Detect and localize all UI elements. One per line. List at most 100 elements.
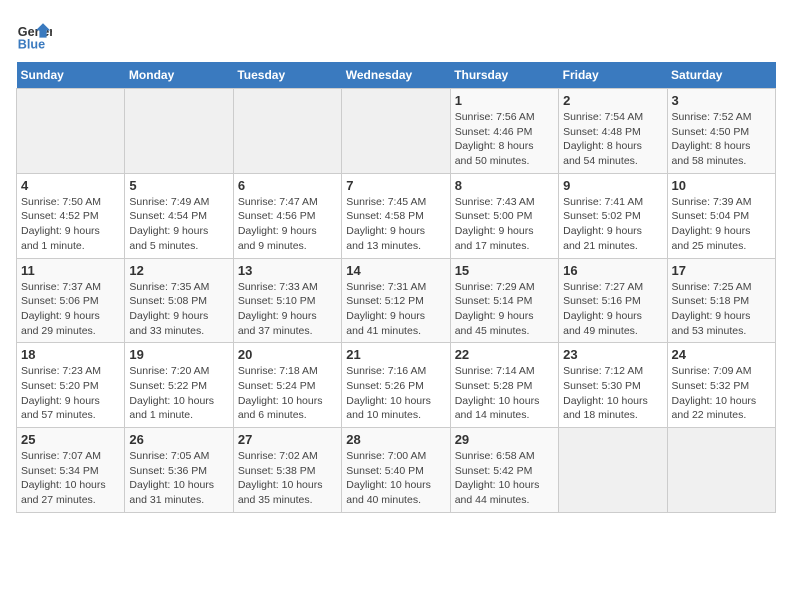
calendar-week-row: 4 Sunrise: 7:50 AM Sunset: 4:52 PM Daylig…: [17, 173, 776, 258]
logo-icon: General Blue: [16, 16, 52, 52]
day-info: Sunrise: 7:54 AM Sunset: 4:48 PM Dayligh…: [563, 110, 662, 169]
day-number: 6: [238, 178, 337, 193]
calendar-cell: 17 Sunrise: 7:25 AM Sunset: 5:18 PM Dayli…: [667, 258, 775, 343]
calendar-cell: 5 Sunrise: 7:49 AM Sunset: 4:54 PM Daylig…: [125, 173, 233, 258]
day-number: 5: [129, 178, 228, 193]
day-number: 11: [21, 263, 120, 278]
day-number: 14: [346, 263, 445, 278]
day-info: Sunrise: 7:43 AM Sunset: 5:00 PM Dayligh…: [455, 195, 554, 254]
day-number: 10: [672, 178, 771, 193]
calendar-cell: 15Sunrise: 7:29 AM Sunset: 5:14 PM Dayli…: [450, 258, 558, 343]
day-number: 9: [563, 178, 662, 193]
calendar-cell: [125, 89, 233, 174]
day-number: 29: [455, 432, 554, 447]
col-header-monday: Monday: [125, 62, 233, 89]
calendar-cell: 14 Sunrise: 7:31 AM Sunset: 5:12 PM Dayli…: [342, 258, 450, 343]
day-info: Sunrise: 7:39 AM Sunset: 5:04 PM Dayligh…: [672, 195, 771, 254]
calendar-cell: 8 Sunrise: 7:43 AM Sunset: 5:00 PM Daylig…: [450, 173, 558, 258]
calendar-cell: 1 Sunrise: 7:56 AM Sunset: 4:46 PM Daylig…: [450, 89, 558, 174]
day-info: Sunrise: 7:33 AM Sunset: 5:10 PM Dayligh…: [238, 280, 337, 339]
day-info: Sunrise: 7:35 AM Sunset: 5:08 PM Dayligh…: [129, 280, 228, 339]
calendar-week-row: 1 Sunrise: 7:56 AM Sunset: 4:46 PM Daylig…: [17, 89, 776, 174]
day-info: Sunrise: 7:09 AM Sunset: 5:32 PM Dayligh…: [672, 364, 771, 423]
logo: General Blue: [16, 16, 56, 52]
day-info: Sunrise: 7:14 AM Sunset: 5:28 PM Dayligh…: [455, 364, 554, 423]
calendar-cell: 13 Sunrise: 7:33 AM Sunset: 5:10 PM Dayli…: [233, 258, 341, 343]
day-number: 26: [129, 432, 228, 447]
day-info: Sunrise: 7:56 AM Sunset: 4:46 PM Dayligh…: [455, 110, 554, 169]
day-info: Sunrise: 7:49 AM Sunset: 4:54 PM Dayligh…: [129, 195, 228, 254]
calendar-week-row: 18 Sunrise: 7:23 AM Sunset: 5:20 PM Dayli…: [17, 343, 776, 428]
calendar-cell: 25 Sunrise: 7:07 AM Sunset: 5:34 PM Dayli…: [17, 428, 125, 513]
day-number: 28: [346, 432, 445, 447]
day-info: Sunrise: 7:00 AM Sunset: 5:40 PM Dayligh…: [346, 449, 445, 508]
day-number: 13: [238, 263, 337, 278]
calendar-cell: 3 Sunrise: 7:52 AM Sunset: 4:50 PM Daylig…: [667, 89, 775, 174]
calendar-cell: 6 Sunrise: 7:47 AM Sunset: 4:56 PM Daylig…: [233, 173, 341, 258]
day-number: 3: [672, 93, 771, 108]
col-header-saturday: Saturday: [667, 62, 775, 89]
calendar-cell: 7 Sunrise: 7:45 AM Sunset: 4:58 PM Daylig…: [342, 173, 450, 258]
calendar-cell: 10 Sunrise: 7:39 AM Sunset: 5:04 PM Dayli…: [667, 173, 775, 258]
day-number: 23: [563, 347, 662, 362]
calendar-cell: 26 Sunrise: 7:05 AM Sunset: 5:36 PM Dayli…: [125, 428, 233, 513]
col-header-wednesday: Wednesday: [342, 62, 450, 89]
calendar-cell: [559, 428, 667, 513]
day-info: Sunrise: 7:27 AM Sunset: 5:16 PM Dayligh…: [563, 280, 662, 339]
calendar-cell: 29 Sunrise: 6:58 AM Sunset: 5:42 PM Dayli…: [450, 428, 558, 513]
day-number: 1: [455, 93, 554, 108]
day-info: Sunrise: 7:20 AM Sunset: 5:22 PM Dayligh…: [129, 364, 228, 423]
day-number: 2: [563, 93, 662, 108]
day-info: Sunrise: 7:25 AM Sunset: 5:18 PM Dayligh…: [672, 280, 771, 339]
day-number: 17: [672, 263, 771, 278]
col-header-sunday: Sunday: [17, 62, 125, 89]
day-info: Sunrise: 7:12 AM Sunset: 5:30 PM Dayligh…: [563, 364, 662, 423]
day-info: Sunrise: 7:18 AM Sunset: 5:24 PM Dayligh…: [238, 364, 337, 423]
day-number: 4: [21, 178, 120, 193]
day-info: Sunrise: 7:05 AM Sunset: 5:36 PM Dayligh…: [129, 449, 228, 508]
svg-text:Blue: Blue: [18, 37, 45, 51]
day-info: Sunrise: 7:31 AM Sunset: 5:12 PM Dayligh…: [346, 280, 445, 339]
day-info: Sunrise: 7:23 AM Sunset: 5:20 PM Dayligh…: [21, 364, 120, 423]
col-header-tuesday: Tuesday: [233, 62, 341, 89]
day-number: 27: [238, 432, 337, 447]
day-info: Sunrise: 7:50 AM Sunset: 4:52 PM Dayligh…: [21, 195, 120, 254]
calendar-cell: 24 Sunrise: 7:09 AM Sunset: 5:32 PM Dayli…: [667, 343, 775, 428]
calendar-cell: 27 Sunrise: 7:02 AM Sunset: 5:38 PM Dayli…: [233, 428, 341, 513]
calendar-cell: 23 Sunrise: 7:12 AM Sunset: 5:30 PM Dayli…: [559, 343, 667, 428]
day-number: 7: [346, 178, 445, 193]
calendar-cell: [342, 89, 450, 174]
day-info: Sunrise: 7:52 AM Sunset: 4:50 PM Dayligh…: [672, 110, 771, 169]
day-number: 22: [455, 347, 554, 362]
day-number: 24: [672, 347, 771, 362]
day-info: Sunrise: 7:07 AM Sunset: 5:34 PM Dayligh…: [21, 449, 120, 508]
calendar-cell: 21Sunrise: 7:16 AM Sunset: 5:26 PM Dayli…: [342, 343, 450, 428]
calendar-cell: 11 Sunrise: 7:37 AM Sunset: 5:06 PM Dayli…: [17, 258, 125, 343]
calendar-cell: 19Sunrise: 7:20 AM Sunset: 5:22 PM Dayli…: [125, 343, 233, 428]
calendar-cell: 20 Sunrise: 7:18 AM Sunset: 5:24 PM Dayli…: [233, 343, 341, 428]
calendar-cell: 2 Sunrise: 7:54 AM Sunset: 4:48 PM Daylig…: [559, 89, 667, 174]
calendar-cell: [233, 89, 341, 174]
calendar-cell: 12 Sunrise: 7:35 AM Sunset: 5:08 PM Dayli…: [125, 258, 233, 343]
day-number: 18: [21, 347, 120, 362]
calendar-cell: 22 Sunrise: 7:14 AM Sunset: 5:28 PM Dayli…: [450, 343, 558, 428]
day-number: 12: [129, 263, 228, 278]
day-number: 20: [238, 347, 337, 362]
calendar-cell: 18 Sunrise: 7:23 AM Sunset: 5:20 PM Dayli…: [17, 343, 125, 428]
day-info: Sunrise: 7:45 AM Sunset: 4:58 PM Dayligh…: [346, 195, 445, 254]
day-info: Sunrise: 6:58 AM Sunset: 5:42 PM Dayligh…: [455, 449, 554, 508]
calendar-week-row: 11 Sunrise: 7:37 AM Sunset: 5:06 PM Dayli…: [17, 258, 776, 343]
day-number: 15: [455, 263, 554, 278]
day-info: Sunrise: 7:47 AM Sunset: 4:56 PM Dayligh…: [238, 195, 337, 254]
page-header: General Blue: [16, 16, 776, 52]
day-number: 8: [455, 178, 554, 193]
day-info: Sunrise: 7:02 AM Sunset: 5:38 PM Dayligh…: [238, 449, 337, 508]
day-info: Sunrise: 7:41 AM Sunset: 5:02 PM Dayligh…: [563, 195, 662, 254]
day-info: Sunrise: 7:37 AM Sunset: 5:06 PM Dayligh…: [21, 280, 120, 339]
col-header-thursday: Thursday: [450, 62, 558, 89]
calendar-week-row: 25 Sunrise: 7:07 AM Sunset: 5:34 PM Dayli…: [17, 428, 776, 513]
calendar-cell: 16 Sunrise: 7:27 AM Sunset: 5:16 PM Dayli…: [559, 258, 667, 343]
calendar-cell: 9 Sunrise: 7:41 AM Sunset: 5:02 PM Daylig…: [559, 173, 667, 258]
day-number: 25: [21, 432, 120, 447]
day-number: 16: [563, 263, 662, 278]
